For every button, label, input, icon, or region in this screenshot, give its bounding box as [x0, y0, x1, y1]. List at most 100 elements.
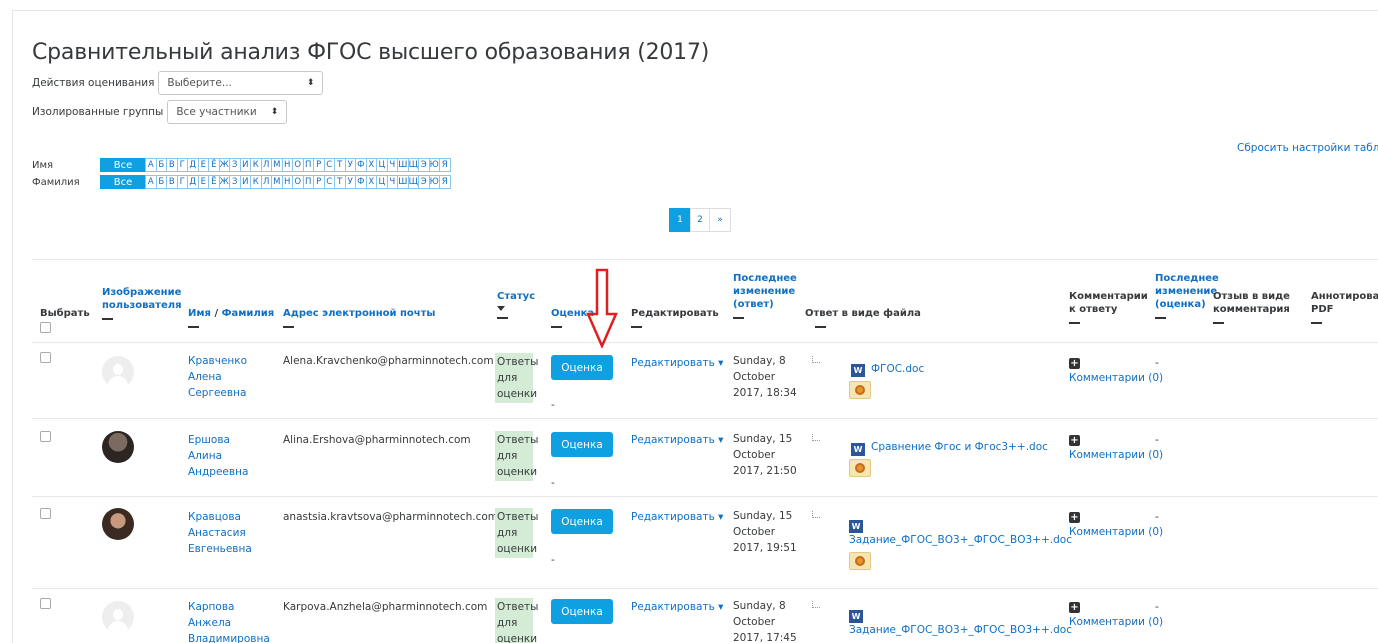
edit-menu-link[interactable]: Редактировать ▾: [631, 511, 723, 523]
edit-menu-link[interactable]: Редактировать ▾: [631, 601, 723, 613]
initial-letter-link[interactable]: Я: [439, 175, 451, 189]
sort-lastname-link[interactable]: Фамилия: [222, 308, 275, 319]
word-file-icon: W: [849, 520, 863, 533]
reset-table-preferences-link[interactable]: Сбросить настройки таблицы: [1237, 142, 1378, 154]
hide-column-icon[interactable]: [551, 326, 562, 328]
select-all-checkbox[interactable]: [40, 322, 51, 333]
tree-connector: [812, 434, 820, 441]
grading-actions-select[interactable]: Выберите... ⬍: [158, 71, 324, 95]
comments-link[interactable]: Комментарии (0): [1069, 447, 1163, 463]
initial-letter-link[interactable]: Я: [439, 158, 451, 172]
status-badge: Ответы для оценки: [495, 431, 538, 481]
groups-label: Изолированные группы: [32, 106, 164, 118]
grade-button[interactable]: Оценка: [551, 599, 613, 624]
initial-all-button[interactable]: Все: [100, 158, 146, 172]
submission-date: Sunday, 8 October 2017, 17:45: [733, 600, 797, 643]
page-1-button[interactable]: 1: [669, 208, 691, 232]
col-edit: Редактировать: [631, 307, 719, 328]
hide-column-icon[interactable]: [1069, 322, 1080, 324]
grade-button[interactable]: Оценка: [551, 432, 613, 457]
add-comment-icon[interactable]: +: [1069, 602, 1080, 613]
submission-date: Sunday, 15 October 2017, 21:50: [733, 433, 797, 477]
row-select-checkbox[interactable]: [40, 352, 51, 363]
col-last-modified-submission[interactable]: Последнее изменение (ответ): [733, 272, 797, 319]
avatar[interactable]: [102, 356, 134, 388]
pagination: 1 2 »: [669, 208, 731, 232]
hide-column-icon[interactable]: [1213, 322, 1224, 324]
avatar[interactable]: [102, 601, 134, 633]
col-picture[interactable]: Изображение пользователя: [102, 286, 182, 320]
file-link[interactable]: Сравнение Фгос и Фгос3++.doc: [871, 441, 1048, 453]
col-file-submissions: Ответ в виде файла: [805, 307, 921, 328]
grade-modified: -: [1155, 434, 1159, 446]
row-select-checkbox[interactable]: [40, 598, 51, 609]
hide-column-icon[interactable]: [631, 326, 642, 328]
edit-menu-link[interactable]: Редактировать ▾: [631, 434, 723, 446]
grading-actions-row: Действия оценивания Выберите... ⬍: [32, 71, 324, 95]
col-last-modified-grade[interactable]: Последнее изменение (оценка): [1155, 272, 1219, 319]
hide-column-icon[interactable]: [1155, 317, 1166, 319]
tree-connector: [812, 356, 820, 363]
page-2-button[interactable]: 2: [690, 208, 710, 232]
avatar[interactable]: [102, 431, 134, 463]
hide-column-icon[interactable]: [497, 317, 508, 319]
annotate-file-icon[interactable]: [849, 459, 871, 477]
student-name-link[interactable]: Ершова Алина Андреевна: [188, 432, 264, 480]
hide-column-icon[interactable]: [733, 317, 744, 319]
grade-modified: -: [1155, 511, 1159, 523]
row-select-checkbox[interactable]: [40, 431, 51, 442]
student-name-link[interactable]: Карпова Анжела Владимировна: [188, 599, 270, 643]
grading-actions-label: Действия оценивания: [32, 77, 155, 89]
add-comment-icon[interactable]: +: [1069, 512, 1080, 523]
hide-column-icon[interactable]: [1311, 322, 1322, 324]
firstname-initials-label: Имя: [32, 159, 54, 171]
avatar[interactable]: [102, 508, 134, 540]
initial-all-button[interactable]: Все: [100, 175, 146, 189]
col-email[interactable]: Адрес электронной почты: [283, 307, 435, 328]
grade-modified: -: [1155, 357, 1159, 369]
hide-column-icon[interactable]: [102, 318, 113, 320]
student-name-link[interactable]: Кравченко Алена Сергеевна: [188, 353, 258, 401]
file-link[interactable]: ФГОС.doc: [871, 363, 924, 375]
comments-link[interactable]: Комментарии (0): [1069, 614, 1163, 630]
edit-menu-link[interactable]: Редактировать ▾: [631, 357, 723, 369]
firstname-initials-bar: Имя Все АБВГДЕЁЖЗИКЛМНОПРСТУФХЦЧШЩЭЮЯ: [32, 158, 451, 172]
sort-firstname-link[interactable]: Имя: [188, 308, 211, 319]
header-bottom-border: [32, 342, 1378, 343]
submission-date: Sunday, 15 October 2017, 19:51: [733, 510, 797, 554]
word-file-icon: W: [849, 610, 863, 623]
student-email: anastsia.kravtsova@pharminnotech.com: [283, 511, 499, 523]
page-left-border: [12, 10, 13, 643]
col-annotate-pdf: Аннотировани PDF: [1311, 290, 1378, 324]
lastname-initials-label: Фамилия: [32, 176, 80, 188]
page-title: Сравнительный анализ ФГОС высшего образо…: [32, 40, 710, 65]
col-feedback-comments: Отзыв в виде комментария: [1213, 290, 1297, 324]
add-comment-icon[interactable]: +: [1069, 358, 1080, 369]
row-select-checkbox[interactable]: [40, 508, 51, 519]
hide-column-icon[interactable]: [283, 326, 294, 328]
row-divider: [32, 588, 1378, 589]
status-badge: Ответы для оценки: [495, 508, 538, 558]
tree-connector: [812, 511, 820, 518]
annotate-file-icon[interactable]: [849, 552, 871, 570]
col-status[interactable]: Статус: [497, 290, 535, 319]
hide-column-icon[interactable]: [188, 326, 199, 328]
groups-select[interactable]: Все участники ⬍: [167, 100, 288, 124]
add-comment-icon[interactable]: +: [1069, 435, 1080, 446]
comments-link[interactable]: Комментарии (0): [1069, 524, 1163, 540]
student-name-link[interactable]: Кравцова Анастасия Евгеньевна: [188, 509, 258, 557]
page-top-border: [12, 10, 1378, 11]
select-arrows-icon: ⬍: [306, 78, 315, 88]
word-file-icon: W: [851, 364, 865, 377]
file-link[interactable]: Задание_ФГОС_ВО3+_ФГОС_ВО3++.doc: [849, 534, 1072, 546]
hide-column-icon[interactable]: [815, 326, 826, 328]
annotate-file-icon[interactable]: [849, 381, 871, 399]
comments-link[interactable]: Комментарии (0): [1069, 370, 1163, 386]
grade-button[interactable]: Оценка: [551, 355, 613, 380]
row-divider: [32, 496, 1378, 497]
word-file-icon: W: [851, 443, 865, 456]
col-select: Выбрать: [40, 307, 90, 333]
next-page-button[interactable]: »: [709, 208, 731, 232]
grade-button[interactable]: Оценка: [551, 509, 613, 534]
file-link[interactable]: Задание_ФГОС_ВО3+_ФГОС_ВО3++.doc: [849, 624, 1072, 636]
